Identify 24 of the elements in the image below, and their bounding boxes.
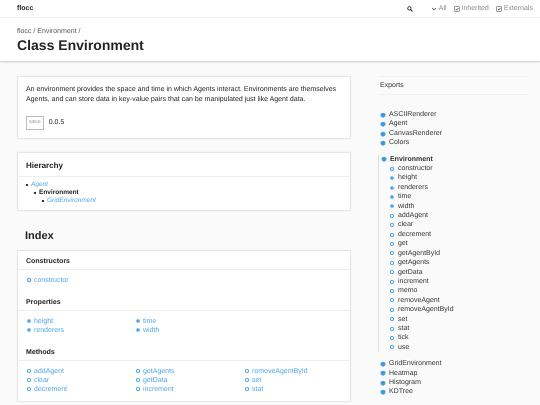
cube-icon — [380, 380, 386, 386]
dot-icon — [389, 184, 395, 191]
cube-icon — [380, 140, 386, 146]
section-title: Hierarchy — [18, 152, 350, 176]
cube-icon — [380, 121, 386, 128]
dot-icon — [389, 194, 395, 200]
cube-icon — [380, 360, 386, 367]
dot-icon — [135, 327, 141, 333]
ring-icon — [389, 166, 395, 172]
cube-icon — [380, 389, 386, 396]
search-icon[interactable] — [406, 6, 413, 12]
dot-icon — [389, 203, 395, 210]
cube-icon — [381, 156, 387, 162]
page-title: Class Environment — [17, 37, 145, 53]
dot-icon — [389, 175, 395, 182]
cube-icon — [380, 130, 386, 137]
dot-icon — [26, 318, 32, 324]
index-heading: Index — [25, 230, 55, 242]
cube-icon — [380, 112, 386, 118]
dot-icon — [26, 327, 32, 333]
cube-icon — [380, 370, 386, 376]
ring-icon — [26, 277, 32, 283]
chevron-icon — [430, 6, 437, 12]
dot-icon — [135, 318, 141, 324]
